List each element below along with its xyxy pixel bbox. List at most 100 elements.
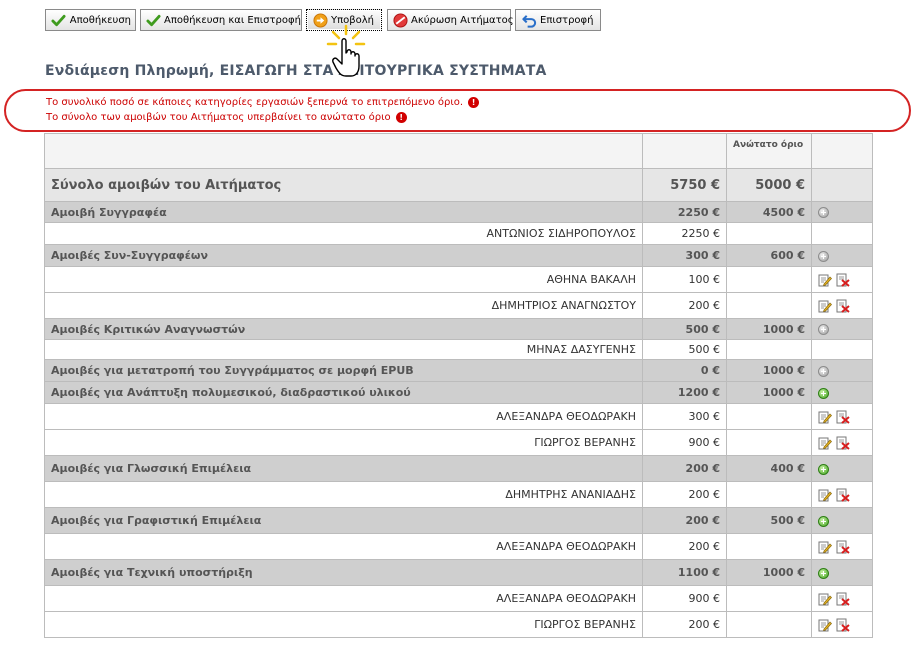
save-and-return-button[interactable]: Αποθήκευση και Επιστροφή — [140, 9, 302, 31]
person-amount: 200 € — [642, 292, 727, 319]
error-icon: ! — [395, 112, 407, 123]
person-amount: 100 € — [642, 266, 727, 293]
category-limit: 500 € — [726, 507, 812, 534]
edit-icon[interactable] — [818, 618, 836, 631]
person-row: ΔΗΜΗΤΡΙΟΣ ΑΝΑΓΝΩΣΤΟΥ 200 € — [44, 292, 873, 319]
category-limit: 1000 € — [726, 381, 812, 404]
category-amount: 1200 € — [642, 381, 727, 404]
category-limit: 400 € — [726, 455, 812, 482]
save-button[interactable]: Αποθήκευση — [45, 9, 136, 31]
person-amount: 200 € — [642, 611, 727, 638]
person-row: ΔΗΜΗΤΡΗΣ ΑΝΑΝΙΑΔΗΣ 200 € — [44, 481, 873, 508]
undo-arrow-icon — [521, 12, 537, 28]
category-label: Αμοιβές Συν-Συγγραφέων — [44, 244, 643, 267]
person-amount: 200 € — [642, 533, 727, 560]
total-amount: 5750 € — [642, 168, 727, 202]
person-amount: 200 € — [642, 481, 727, 508]
person-row: ΑΛΕΞΑΝΔΡΑ ΘΕΟΔΩΡΑΚΗ 900 € — [44, 585, 873, 612]
back-button[interactable]: Επιστροφή — [515, 9, 601, 31]
error-message: Το σύνολο των αμοιβών του Αιτήματος υπερ… — [46, 112, 407, 123]
table-header-row: Ανώτατο όριο — [44, 133, 873, 169]
category-label: Αμοιβές για Γλωσσική Επιμέλεια — [44, 455, 643, 482]
person-amount: 500 € — [642, 339, 727, 360]
category-amount: 2250 € — [642, 201, 727, 223]
category-row: Αμοιβές Συν-Συγγραφέων 300 €600 € — [44, 244, 873, 267]
person-name: ΑΛΕΞΑΝΔΡΑ ΘΕΟΔΩΡΑΚΗ — [44, 403, 643, 430]
add-circle-icon[interactable] — [818, 324, 829, 335]
edit-icon[interactable] — [818, 273, 836, 286]
category-label: Αμοιβή Συγγραφέα — [44, 201, 643, 223]
category-limit: 1000 € — [726, 318, 812, 340]
category-label: Αμοιβές για Γραφιστική Επιμέλεια — [44, 507, 643, 534]
edit-icon[interactable] — [818, 592, 836, 605]
delete-icon[interactable] — [836, 488, 854, 502]
category-label: Αμοιβές για Ανάπτυξη πολυμεσικού, διαδρα… — [44, 381, 643, 404]
cancel-request-label: Ακύρωση Αιτήματος — [411, 14, 514, 26]
fees-table: Ανώτατο όριο Σύνολο αμοιβών του Αιτήματο… — [44, 133, 873, 638]
edit-icon[interactable] — [818, 436, 836, 449]
category-amount: 0 € — [642, 359, 727, 382]
category-row: Αμοιβές για Ανάπτυξη πολυμεσικού, διαδρα… — [44, 381, 873, 404]
hand-pointer-icon — [325, 24, 375, 80]
category-row: Αμοιβές για Γραφιστική Επιμέλεια 200 €500… — [44, 507, 873, 534]
add-circle-icon[interactable] — [818, 250, 829, 262]
delete-icon[interactable] — [836, 618, 854, 632]
person-name: ΓΙΩΡΓΟΣ ΒΕΡΑΝΗΣ — [44, 611, 643, 638]
back-button-label: Επιστροφή — [540, 14, 594, 26]
edit-icon[interactable] — [818, 540, 836, 553]
person-name: ΔΗΜΗΤΡΙΟΣ ΑΝΑΓΝΩΣΤΟΥ — [44, 292, 643, 319]
delete-icon[interactable] — [836, 592, 854, 606]
limit-column-header: Ανώτατο όριο — [726, 133, 812, 169]
error-message: Το συνολικό ποσό σε κάποιες κατηγορίες ε… — [46, 97, 480, 108]
category-limit: 600 € — [726, 244, 812, 267]
error-text: Το συνολικό ποσό σε κάποιες κατηγορίες ε… — [46, 97, 464, 108]
cancel-request-button[interactable]: Ακύρωση Αιτήματος — [387, 9, 514, 31]
person-row: ΓΙΩΡΓΟΣ ΒΕΡΑΝΗΣ 200 € — [44, 611, 873, 638]
add-circle-icon[interactable] — [818, 463, 829, 475]
category-amount: 200 € — [642, 455, 727, 482]
error-icon: ! — [468, 97, 480, 108]
add-circle-icon[interactable] — [818, 365, 829, 377]
total-limit: 5000 € — [726, 168, 812, 202]
category-row: Αμοιβές για Τεχνική υποστήριξη 1100 €1000… — [44, 559, 873, 586]
page-title: Ενδιάμεση Πληρωμή, ΕΙΣΑΓΩΓΗ ΣΤΑ ΛΕΙΤΟΥΡΓ… — [45, 63, 547, 79]
category-limit: 1000 € — [726, 359, 812, 382]
add-circle-icon[interactable] — [818, 515, 829, 527]
category-row: Αμοιβή Συγγραφέα 2250 €4500 € — [44, 201, 873, 223]
category-limit: 4500 € — [726, 201, 812, 223]
category-amount: 200 € — [642, 507, 727, 534]
person-row: ΑΛΕΞΑΝΔΡΑ ΘΕΟΔΩΡΑΚΗ 200 € — [44, 533, 873, 560]
person-row: ΑΘΗΝΑ ΒΑΚΑΛΗ 100 € — [44, 266, 873, 293]
category-label: Αμοιβές για Τεχνική υποστήριξη — [44, 559, 643, 586]
person-amount: 2250 € — [642, 222, 727, 245]
delete-icon[interactable] — [836, 273, 854, 287]
error-messages-box: Το συνολικό ποσό σε κάποιες κατηγορίες ε… — [4, 89, 911, 132]
add-circle-icon[interactable] — [818, 387, 829, 399]
person-name: ΑΛΕΞΑΝΔΡΑ ΘΕΟΔΩΡΑΚΗ — [44, 585, 643, 612]
checkmark-icon — [146, 12, 161, 28]
delete-icon[interactable] — [836, 299, 854, 313]
save-and-return-label: Αποθήκευση και Επιστροφή — [164, 14, 301, 26]
delete-icon[interactable] — [836, 540, 854, 554]
checkmark-icon — [51, 12, 67, 28]
total-label: Σύνολο αμοιβών του Αιτήματος — [44, 168, 643, 202]
total-row: Σύνολο αμοιβών του Αιτήματος 5750 € 5000… — [44, 168, 873, 202]
edit-icon[interactable] — [818, 299, 836, 312]
add-circle-icon[interactable] — [818, 567, 829, 579]
error-text: Το σύνολο των αμοιβών του Αιτήματος υπερ… — [46, 112, 391, 123]
edit-icon[interactable] — [818, 488, 836, 501]
edit-icon[interactable] — [818, 410, 836, 423]
delete-icon[interactable] — [836, 410, 854, 424]
category-amount: 300 € — [642, 244, 727, 267]
category-row: Αμοιβές για Γλωσσική Επιμέλεια 200 €400 € — [44, 455, 873, 482]
add-circle-icon[interactable] — [818, 207, 829, 218]
save-button-label: Αποθήκευση — [69, 14, 131, 26]
person-name: ΜΗΝΑΣ ΔΑΣΥΓΕΝΗΣ — [44, 339, 643, 360]
no-entry-icon — [393, 12, 408, 28]
category-row: Αμοιβές Κριτικών Αναγνωστών 500 €1000 € — [44, 318, 873, 340]
person-row: ΑΝΤΩΝΙΟΣ ΣΙΔΗΡΟΠΟΥΛΟΣ 2250 € — [44, 222, 873, 245]
person-name: ΔΗΜΗΤΡΗΣ ΑΝΑΝΙΑΔΗΣ — [44, 481, 643, 508]
person-row: ΓΙΩΡΓΟΣ ΒΕΡΑΝΗΣ 900 € — [44, 429, 873, 456]
delete-icon[interactable] — [836, 436, 854, 450]
category-limit: 1000 € — [726, 559, 812, 586]
